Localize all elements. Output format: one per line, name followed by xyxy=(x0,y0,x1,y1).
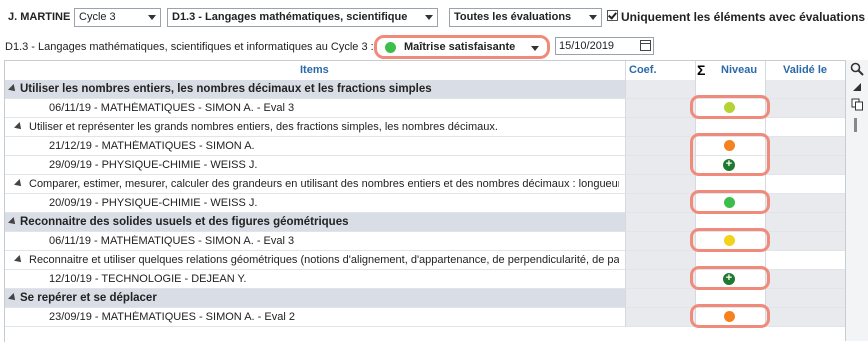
only-with-evals-checkbox[interactable] xyxy=(607,10,618,21)
evaluation-label: 06/11/19 - MATHÉMATIQUES - SIMON A. - Ev… xyxy=(49,102,295,114)
student-name: J. MARTINE xyxy=(8,11,71,23)
niveau-highlight xyxy=(690,190,770,214)
cycle-select[interactable]: Cycle 3 xyxy=(74,8,161,27)
domain-select[interactable]: D1.3 - Langages mathématiques, scientifi… xyxy=(167,8,438,27)
coef-cell xyxy=(625,118,695,136)
chevron-down-icon xyxy=(531,46,539,51)
evaluation-label: 21/12/19 - MATHÉMATIQUES - SIMON A. xyxy=(49,140,255,152)
evaluation-label: 06/11/19 - MATHÉMATIQUES - SIMON A. - Ev… xyxy=(49,235,295,247)
header-sigma[interactable]: Σ xyxy=(697,62,705,78)
niveau-highlight xyxy=(690,95,770,119)
collapse-triangle-icon[interactable] xyxy=(14,122,24,132)
header-items[interactable]: Items xyxy=(300,64,329,76)
column-divider xyxy=(625,61,626,327)
chevron-down-icon xyxy=(425,15,433,20)
assessment-label: D1.3 - Langages mathématiques, scientifi… xyxy=(5,41,374,53)
triangle-icon[interactable] xyxy=(849,80,865,96)
group-label: Utiliser les nombres entiers, les nombre… xyxy=(20,83,432,95)
header-coef[interactable]: Coef. xyxy=(629,64,657,76)
niveau-highlight xyxy=(690,228,770,252)
sub-item-label: Utiliser et représenter les grands nombr… xyxy=(29,121,498,133)
date-value: 15/10/2019 xyxy=(559,40,615,52)
table-header: Items Coef. Σ Niveau Validé le xyxy=(5,61,845,81)
evaluation-label: 12/10/19 - TECHNOLOGIE - DEJEAN Y. xyxy=(49,273,247,285)
coef-cell xyxy=(625,251,695,269)
cycle-select-value: Cycle 3 xyxy=(79,11,116,23)
collapse-triangle-icon[interactable] xyxy=(8,84,18,94)
evaluations-select[interactable]: Toutes les évaluations xyxy=(449,8,602,27)
niveau-highlight xyxy=(690,304,770,328)
mastery-level-value: Maîtrise satisfaisante xyxy=(404,41,516,53)
evaluation-label: 23/09/19 - MATHÉMATIQUES - SIMON A. - Ev… xyxy=(49,311,295,323)
chevron-down-icon xyxy=(589,15,597,20)
group-label: Se repérer et se déplacer xyxy=(20,292,157,304)
niveau-highlight xyxy=(690,266,770,290)
collapse-triangle-icon[interactable] xyxy=(14,179,24,189)
group-label: Reconnaitre des solides usuels et des fi… xyxy=(20,216,349,228)
search-icon[interactable] xyxy=(849,62,865,78)
scrollbar-thumb[interactable] xyxy=(854,118,857,132)
mastery-level-select[interactable]: Maîtrise satisfaisante xyxy=(374,35,550,59)
side-toolbar xyxy=(845,60,868,341)
header-niveau[interactable]: Niveau xyxy=(721,64,757,76)
copy-icon[interactable] xyxy=(849,98,865,114)
date-field[interactable]: 15/10/2019 xyxy=(555,37,654,55)
sub-item-label: Comparer, estimer, mesurer, calculer des… xyxy=(29,178,619,190)
evaluations-select-value: Toutes les évaluations xyxy=(454,11,572,23)
domain-select-value: D1.3 - Langages mathématiques, scientifi… xyxy=(172,11,408,23)
only-with-evals-label: Uniquement les éléments avec évaluations xyxy=(621,10,866,24)
sub-item-label: Reconnaitre et utiliser quelques relatio… xyxy=(29,254,619,266)
collapse-triangle-icon[interactable] xyxy=(8,293,18,303)
coef-cell xyxy=(625,175,695,193)
mastery-dot-icon xyxy=(385,42,396,53)
evaluation-label: 20/09/19 - PHYSIQUE-CHIMIE - WEISS J. xyxy=(49,197,258,209)
calendar-icon[interactable] xyxy=(640,40,651,51)
evaluation-label: 29/09/19 - PHYSIQUE-CHIMIE - WEISS J. xyxy=(49,159,258,171)
niveau-highlight xyxy=(690,133,770,176)
items-table: Items Coef. Σ Niveau Validé le Utiliser … xyxy=(4,60,845,342)
collapse-triangle-icon[interactable] xyxy=(8,217,18,227)
collapse-triangle-icon[interactable] xyxy=(14,255,24,265)
chevron-down-icon xyxy=(148,15,156,20)
header-valide[interactable]: Validé le xyxy=(783,64,827,76)
